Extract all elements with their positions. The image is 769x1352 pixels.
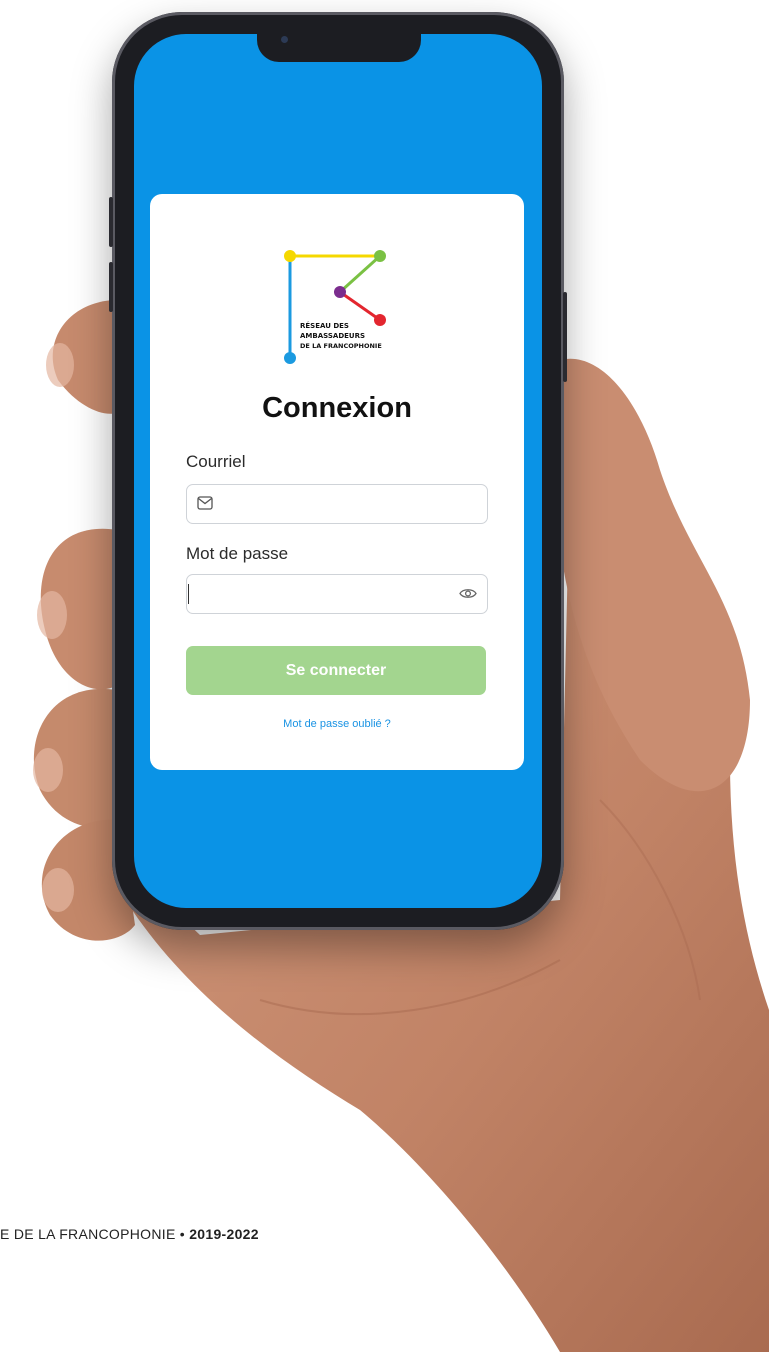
- reseau-ambassadeurs-logo: RÉSEAU DES AMBASSADEURS DE LA FRANCOPHON…: [284, 250, 386, 364]
- mail-icon: [197, 496, 213, 510]
- phone-notch: [257, 26, 421, 62]
- volume-down-button: [109, 262, 113, 312]
- power-button: [563, 292, 567, 382]
- logo-line-2: AMBASSADEURS: [300, 332, 365, 340]
- page-title: Connexion: [262, 392, 412, 424]
- caption-separator: •: [179, 1226, 185, 1242]
- caption-years: 2019-2022: [189, 1226, 259, 1242]
- phone-screen: RÉSEAU DES AMBASSADEURS DE LA FRANCOPHON…: [134, 34, 542, 908]
- email-input[interactable]: [223, 485, 447, 525]
- logo-line-3: DE LA FRANCOPHONIE: [300, 342, 382, 350]
- caption-text: E DE LA FRANCOPHONIE: [0, 1226, 176, 1242]
- volume-up-button: [109, 197, 113, 247]
- email-field[interactable]: [186, 484, 488, 525]
- password-input[interactable]: [223, 575, 447, 615]
- email-label: Courriel: [186, 452, 246, 471]
- login-button[interactable]: Se connecter: [186, 646, 486, 695]
- logo-line-1: RÉSEAU DES: [300, 321, 349, 330]
- eye-icon[interactable]: [459, 587, 477, 600]
- text-cursor: [188, 584, 189, 604]
- password-field[interactable]: [186, 574, 488, 615]
- camera-icon: [281, 36, 288, 43]
- phone-frame: RÉSEAU DES AMBASSADEURS DE LA FRANCOPHON…: [109, 12, 567, 930]
- footer-caption: E DE LA FRANCOPHONIE • 2019-2022: [0, 1226, 259, 1242]
- password-label: Mot de passe: [186, 544, 289, 563]
- forgot-password-link[interactable]: Mot de passe oublié ?: [150, 718, 524, 730]
- login-card: RÉSEAU DES AMBASSADEURS DE LA FRANCOPHON…: [150, 194, 524, 770]
